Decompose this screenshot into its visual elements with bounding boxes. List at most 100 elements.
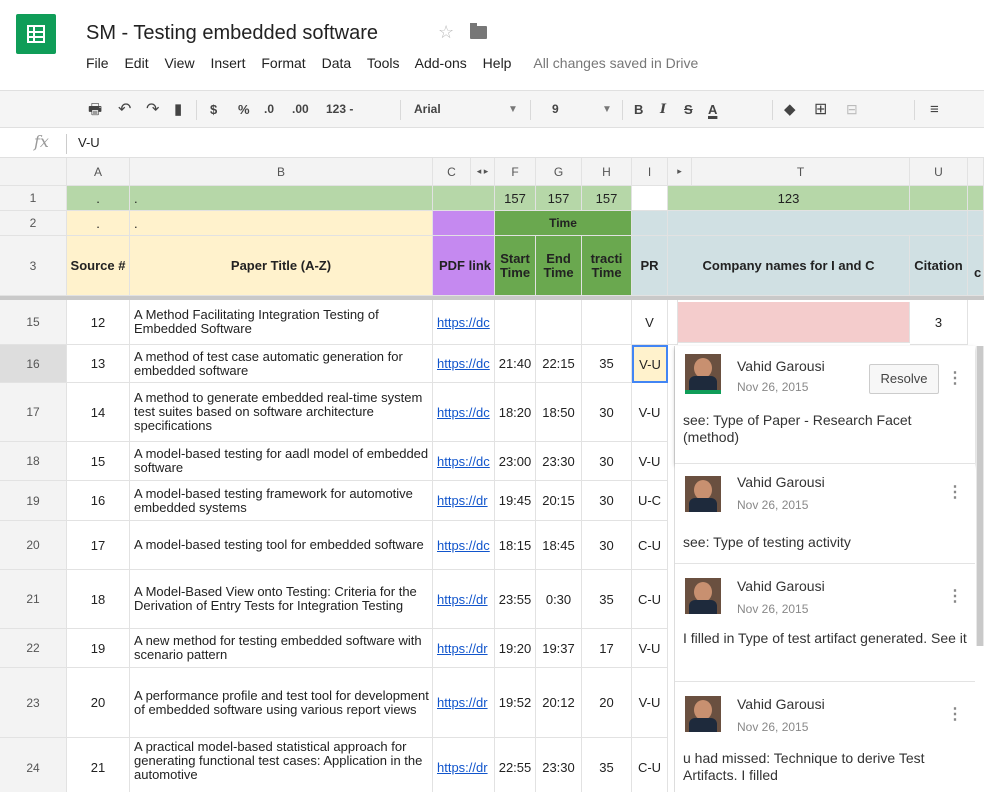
percent-button[interactable]: % xyxy=(238,91,250,129)
cell-citation[interactable]: 3 xyxy=(910,300,968,345)
redo-icon[interactable]: ↷ xyxy=(146,91,159,129)
row-header[interactable]: 21 xyxy=(0,570,67,629)
font-dropdown[interactable]: Arial xyxy=(414,91,441,129)
cell-pr[interactable]: C-U xyxy=(632,738,668,792)
font-size-dropdown[interactable]: 9 xyxy=(552,91,559,129)
cell-pr[interactable]: C-U xyxy=(632,570,668,629)
cell-start[interactable]: 19:45 xyxy=(495,481,536,521)
cell-pdf-link[interactable]: https://dc xyxy=(433,383,495,442)
column-header-h[interactable]: H xyxy=(582,158,632,186)
cell-end[interactable]: 23:30 xyxy=(536,738,582,792)
cell-title[interactable]: A model-based testing tool for embedded … xyxy=(130,521,433,570)
row-header[interactable]: 16 xyxy=(0,345,67,383)
document-title[interactable]: SM - Testing embedded software xyxy=(86,22,378,45)
cell-duration[interactable]: 30 xyxy=(582,481,632,521)
font-size-arrow-icon[interactable]: ▼ xyxy=(602,91,612,129)
cell-b2[interactable]: . xyxy=(130,211,433,236)
cell-start[interactable] xyxy=(495,300,536,345)
cell-end[interactable] xyxy=(536,300,582,345)
comment-thread-active[interactable]: Vahid Garousi Nov 26, 2015 Resolve ⋮ see… xyxy=(675,346,975,464)
cell-duration[interactable]: 20 xyxy=(582,668,632,738)
column-header-i[interactable]: I xyxy=(632,158,668,186)
cell-end[interactable]: 20:12 xyxy=(536,668,582,738)
cell-source[interactable]: 21 xyxy=(67,738,130,792)
cell-pr[interactable]: V-U xyxy=(632,383,668,442)
menu-view[interactable]: View xyxy=(164,55,194,71)
header-source-number[interactable]: Source # xyxy=(67,236,130,296)
undo-icon[interactable]: ↶ xyxy=(118,91,131,129)
row-header[interactable]: 18 xyxy=(0,442,67,481)
cell-duration[interactable]: 17 xyxy=(582,629,632,668)
cell-source[interactable]: 20 xyxy=(67,668,130,738)
more-options-icon[interactable]: ⋮ xyxy=(947,482,963,502)
cell-pr[interactable]: V-U xyxy=(632,442,668,481)
cell-start[interactable]: 19:20 xyxy=(495,629,536,668)
comment-thread[interactable]: Vahid Garousi Nov 26, 2015 ⋮ u had misse… xyxy=(675,682,975,792)
cell-pdf-link[interactable]: https://dc xyxy=(433,300,495,345)
cell-pr[interactable]: U-C xyxy=(632,481,668,521)
cell-pdf-link[interactable]: https://dc xyxy=(433,345,495,383)
text-color-button[interactable]: A xyxy=(708,91,717,129)
paint-format-icon[interactable]: ▮ xyxy=(174,91,182,129)
cell-title[interactable]: A new method for testing embedded softwa… xyxy=(130,629,433,668)
cell-start[interactable]: 18:20 xyxy=(495,383,536,442)
select-all-corner[interactable] xyxy=(0,158,67,186)
cell-c2[interactable] xyxy=(433,211,495,236)
italic-button[interactable]: I xyxy=(660,91,666,129)
cell-t1[interactable]: 123 xyxy=(668,186,910,211)
cell-g1[interactable]: 157 xyxy=(536,186,582,211)
cell-pdf-link[interactable]: https://dr xyxy=(433,629,495,668)
cell-source[interactable]: 18 xyxy=(67,570,130,629)
borders-icon[interactable]: ⊞ xyxy=(814,91,827,129)
cell-pr[interactable]: V xyxy=(632,300,668,345)
row-header[interactable]: 22 xyxy=(0,629,67,668)
cell-start[interactable]: 18:15 xyxy=(495,521,536,570)
row-header[interactable]: 19 xyxy=(0,481,67,521)
cell-c1[interactable] xyxy=(433,186,495,211)
cell-pr[interactable]: V-U xyxy=(632,629,668,668)
merge-cells-icon[interactable]: ⊟ xyxy=(846,91,858,129)
strikethrough-button[interactable]: S xyxy=(684,91,693,129)
row-header-3[interactable]: 3 xyxy=(0,236,67,296)
menu-format[interactable]: Format xyxy=(261,55,305,71)
row-header[interactable]: 20 xyxy=(0,521,67,570)
column-header-v[interactable] xyxy=(968,158,984,186)
cell-title[interactable]: A method of test case automatic generati… xyxy=(130,345,433,383)
cell-title[interactable]: A Model-Based View onto Testing: Criteri… xyxy=(130,570,433,629)
cell-u1[interactable] xyxy=(910,186,968,211)
cell-time-header[interactable]: Time xyxy=(495,211,632,236)
cell-duration[interactable]: 30 xyxy=(582,442,632,481)
cell-title[interactable]: A practical model-based statistical appr… xyxy=(130,738,433,792)
cell-duration[interactable]: 35 xyxy=(582,738,632,792)
more-options-icon[interactable]: ⋮ xyxy=(947,704,963,724)
cell-end[interactable]: 22:15 xyxy=(536,345,582,383)
cell-v2[interactable] xyxy=(968,211,984,236)
cell-title[interactable]: A method to generate embedded real-time … xyxy=(130,383,433,442)
number-format-dropdown[interactable]: 123 - xyxy=(326,91,353,129)
cell-title[interactable]: A Method Facilitating Integration Testin… xyxy=(130,300,433,345)
resolve-button[interactable]: Resolve xyxy=(869,364,939,394)
folder-icon[interactable] xyxy=(470,23,487,39)
cell-end[interactable]: 23:30 xyxy=(536,442,582,481)
cell-end[interactable]: 18:50 xyxy=(536,383,582,442)
cell-start[interactable]: 21:40 xyxy=(495,345,536,383)
cell-duration[interactable]: 30 xyxy=(582,383,632,442)
cell-duration[interactable]: 35 xyxy=(582,345,632,383)
cell-title[interactable]: A model-based testing framework for auto… xyxy=(130,481,433,521)
cell-i2[interactable] xyxy=(632,211,668,236)
cell-pdf-link[interactable]: https://dr xyxy=(433,738,495,792)
header-citation[interactable]: Citation xyxy=(910,236,968,296)
cell-duration[interactable] xyxy=(582,300,632,345)
column-header-g[interactable]: G xyxy=(536,158,582,186)
cell-pdf-link[interactable]: https://dr xyxy=(433,481,495,521)
save-status[interactable]: All changes saved in Drive xyxy=(533,55,698,71)
cell-source[interactable]: 13 xyxy=(67,345,130,383)
hidden-columns-toggle-2[interactable]: ▸ xyxy=(668,158,692,186)
cell-a2[interactable]: . xyxy=(67,211,130,236)
header-start-time[interactable]: Start Time xyxy=(495,236,536,296)
cell-start[interactable]: 23:55 xyxy=(495,570,536,629)
row-header[interactable]: 23 xyxy=(0,668,67,738)
cell-b1[interactable]: . xyxy=(130,186,433,211)
cell-source[interactable]: 16 xyxy=(67,481,130,521)
cell-source[interactable]: 19 xyxy=(67,629,130,668)
